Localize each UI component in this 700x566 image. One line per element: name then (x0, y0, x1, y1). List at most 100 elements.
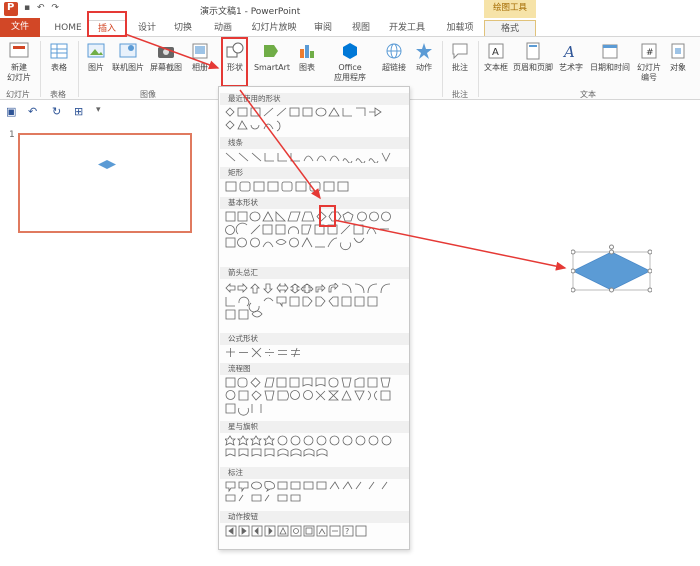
group-label-tables: 表格 (50, 90, 66, 99)
tab-design[interactable]: 设计 (132, 20, 162, 36)
camera-icon (158, 47, 174, 58)
object-icon (671, 43, 685, 59)
wordart-icon: A (562, 43, 575, 61)
picture-label: 图片 (88, 63, 104, 72)
flowchart-rows[interactable] (225, 377, 405, 417)
start-slideshow-icon[interactable]: ⊞ (74, 105, 83, 118)
lines-row[interactable] (225, 151, 405, 163)
recent-shapes-row[interactable] (225, 107, 405, 135)
callouts-rows[interactable] (225, 481, 405, 507)
category-flowchart: 流程图 (220, 363, 409, 375)
online-picture-label: 联机图片 (112, 63, 144, 72)
tab-format[interactable]: 格式 (484, 20, 536, 36)
photo-album-label: 相册 (192, 63, 208, 72)
group-label-text: 文本 (580, 90, 596, 99)
office-apps-label: Office 应用程序 (334, 63, 366, 82)
quick-access-toolbar[interactable]: ▪ ↶ ↷ (24, 3, 61, 13)
group-divider (78, 41, 79, 97)
redo-icon[interactable]: ↷ (51, 3, 61, 13)
rotate-handle-icon[interactable] (609, 244, 614, 250)
diamond-shape-annotation-box (319, 205, 336, 227)
group-label-slides: 幻灯片 (6, 90, 30, 99)
picture-icon (87, 43, 105, 58)
textbox-button[interactable]: A 文本框 (482, 41, 510, 73)
tab-animations[interactable]: 动画 (208, 20, 238, 36)
resize-handle[interactable] (647, 249, 652, 255)
action-button[interactable]: 动作 (412, 41, 436, 73)
smartart-label: SmartArt (253, 63, 291, 72)
category-recent-shapes: 最近使用的形状 (220, 93, 409, 105)
save-icon[interactable]: ▪ (24, 3, 32, 13)
tab-home[interactable]: HOME (50, 20, 86, 36)
quick-toolbar-row: ▣ ↶ ↻ ⊞ ▾ (0, 101, 210, 121)
slide-number-button[interactable]: # 幻灯片 编号 (634, 41, 664, 83)
category-action-buttons: 动作按钮 (220, 511, 409, 523)
category-basic-shapes: 基本形状 (220, 197, 409, 209)
shapes-gallery-dropdown[interactable]: 最近使用的形状 线条 矩形 基本形状 箭头总汇 公式形状 流程图 星与旗帜 标注… (218, 86, 410, 550)
resize-handle[interactable] (571, 287, 576, 293)
smartart-button[interactable]: SmartArt (252, 41, 292, 73)
category-callouts: 标注 (220, 467, 409, 479)
resize-handle[interactable] (647, 287, 652, 293)
group-label-images: 图像 (140, 90, 156, 99)
comment-label: 批注 (452, 63, 468, 72)
new-slide-label: 新建 幻灯片 (7, 63, 31, 82)
save-icon[interactable]: ▣ (6, 105, 16, 118)
selected-diamond-shape[interactable] (571, 244, 652, 294)
online-picture-button[interactable]: 联机图片 (110, 41, 146, 73)
office-apps-button[interactable]: Office 应用程序 (330, 41, 370, 83)
resize-handle[interactable] (609, 249, 614, 255)
table-button[interactable]: 表格 (46, 41, 72, 73)
table-icon (50, 43, 68, 59)
tab-review[interactable]: 审阅 (308, 20, 338, 36)
window-title: 演示文稿1 - PowerPoint (200, 7, 301, 17)
stars-banners-rows[interactable] (225, 435, 405, 463)
screenshot-button[interactable]: 屏幕截图 (148, 41, 184, 73)
hyperlink-button[interactable]: 超链接 (380, 41, 408, 73)
rectangles-row[interactable] (225, 181, 405, 193)
resize-handle[interactable] (571, 249, 576, 255)
insert-tab-annotation-box (87, 11, 127, 37)
category-block-arrows: 箭头总汇 (220, 267, 409, 279)
resize-handle[interactable] (609, 287, 614, 293)
tab-addins[interactable]: 加载项 (440, 20, 480, 36)
undo-icon[interactable]: ↶ (28, 105, 37, 118)
group-label-comments: 批注 (452, 90, 468, 99)
comment-button[interactable]: 批注 (448, 41, 472, 73)
tab-slideshow[interactable]: 幻灯片放映 (246, 20, 302, 36)
tab-view[interactable]: 视图 (346, 20, 376, 36)
datetime-button[interactable]: 日期和时间 (588, 41, 632, 73)
header-footer-icon (526, 42, 540, 60)
header-footer-button[interactable]: 页眉和页脚 (512, 41, 554, 73)
redo-icon[interactable]: ↻ (52, 105, 61, 118)
slide-number: 1 (9, 130, 15, 140)
slide-number-label: 幻灯片 编号 (637, 63, 661, 82)
block-arrows-rows[interactable] (225, 283, 405, 323)
screenshot-label: 屏幕截图 (150, 63, 182, 72)
slide-thumbnail[interactable] (18, 133, 192, 233)
tab-transitions[interactable]: 切换 (168, 20, 198, 36)
svg-text:?: ? (345, 527, 349, 536)
equation-shapes-row[interactable] (225, 347, 405, 359)
customize-dropdown-icon[interactable]: ▾ (96, 105, 101, 115)
category-stars-banners: 星与旗帜 (220, 421, 409, 433)
shapes-button-annotation-box (221, 37, 248, 87)
picture-button[interactable]: 图片 (84, 41, 108, 73)
globe-link-icon (386, 43, 402, 59)
object-button[interactable]: 对象 (666, 41, 690, 73)
online-picture-icon (119, 43, 137, 58)
basic-shapes-rows[interactable] (225, 211, 405, 251)
undo-icon[interactable]: ↶ (37, 3, 47, 13)
tab-developer[interactable]: 开发工具 (384, 20, 430, 36)
group-divider (40, 41, 41, 97)
photo-album-button[interactable]: 相册 (188, 41, 212, 73)
slide-editing-canvas[interactable] (408, 101, 700, 566)
tab-file[interactable]: 文件 (0, 18, 40, 37)
svg-text:A: A (492, 47, 499, 58)
chart-button[interactable]: 图表 (296, 41, 318, 73)
resize-handle[interactable] (647, 268, 652, 274)
resize-handle[interactable] (571, 268, 576, 274)
action-buttons-row[interactable]: ? (225, 525, 405, 537)
new-slide-button[interactable]: 新建 幻灯片 (4, 41, 34, 83)
wordart-button[interactable]: A 艺术字 (556, 41, 586, 73)
